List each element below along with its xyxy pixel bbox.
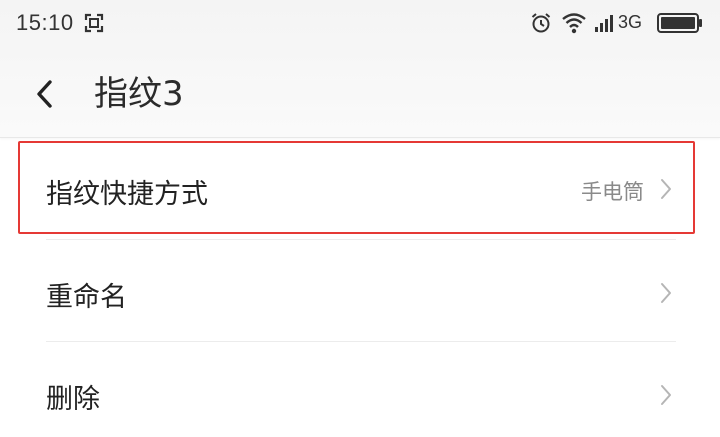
delete-row[interactable]: 删除 [0,342,720,437]
row-label: 重命名 [46,282,127,313]
alarm-icon [531,13,551,33]
rename-row[interactable]: 重命名 [0,240,720,340]
fingerprint-settings-screen: 15:10 3G 指纹3 指纹快捷方式 手电筒 重命名 删除 [0,0,720,437]
chevron-left-icon [37,80,52,108]
app-bar: 15:10 3G 指纹3 [0,0,720,138]
row-label: 删除 [46,384,100,415]
battery-icon [657,13,702,33]
network-type-label: 3G [618,12,643,32]
wifi-icon [562,13,586,34]
chevron-right-icon [661,179,671,199]
status-bar: 15:10 3G [0,0,720,48]
fingerprint-shortcut-row[interactable]: 指纹快捷方式 手电筒 [0,141,720,235]
screenshot-icon [84,13,104,33]
chevron-right-icon [661,283,671,303]
row-label: 指纹快捷方式 [46,179,208,210]
signal-icon [595,15,613,32]
row-value: 手电筒 [581,180,644,204]
status-time: 15:10 [16,10,74,35]
chevron-right-icon [661,385,671,405]
page-title: 指纹3 [94,74,184,114]
back-button[interactable] [26,72,66,116]
